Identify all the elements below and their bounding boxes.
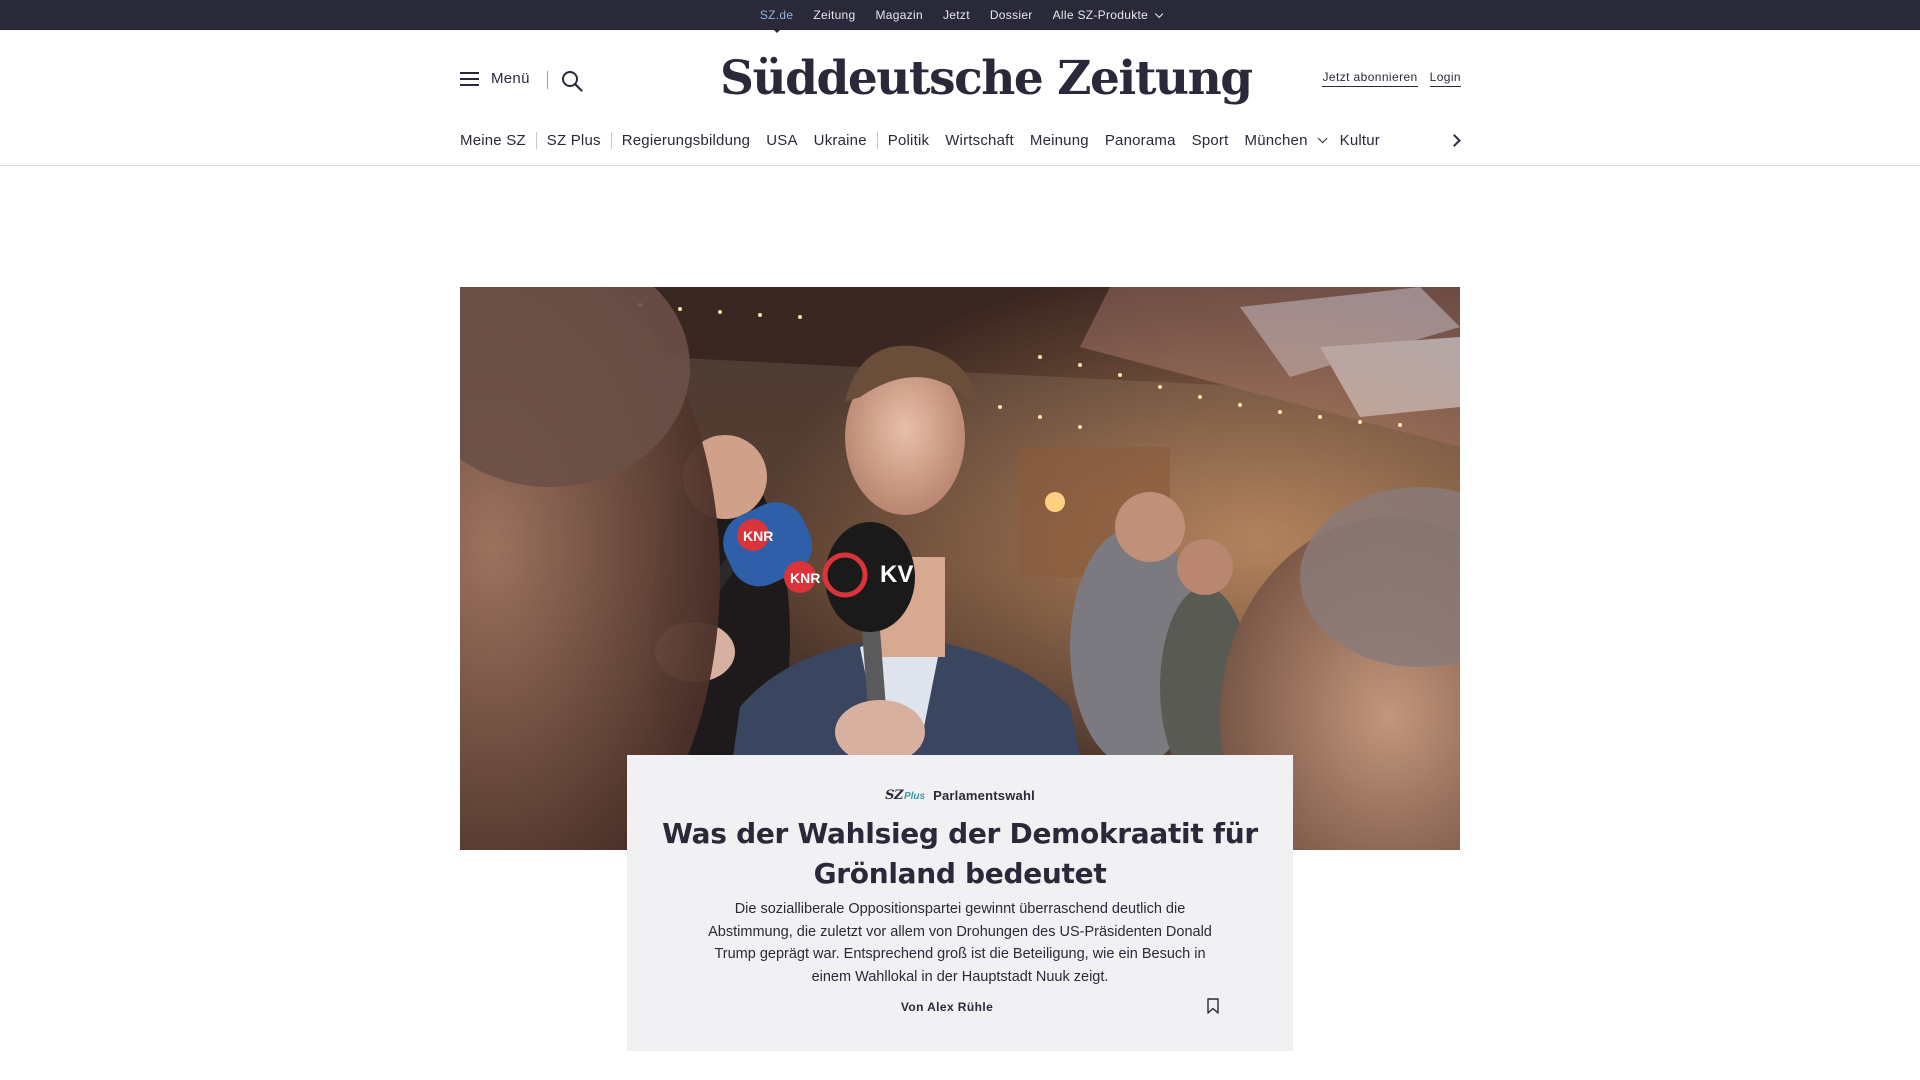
- login-link[interactable]: Login: [1429, 70, 1461, 87]
- chevron-down-icon: [1317, 132, 1328, 143]
- nav-item-ukraine[interactable]: Ukraine: [814, 131, 878, 149]
- mic-label-1: KNR: [743, 528, 773, 544]
- topbar-link-alle-produkte-label: Alle SZ-Produkte: [1052, 8, 1149, 22]
- nav-item-muenchen-label: München: [1244, 131, 1308, 149]
- hamburger-icon: [460, 71, 479, 86]
- teaser-topic: Parlamentswahl: [933, 788, 1035, 803]
- nav-item-wirtschaft[interactable]: Wirtschaft: [945, 132, 1014, 149]
- topbar-link-alle-produkte[interactable]: Alle SZ-Produkte: [1052, 8, 1164, 22]
- search-icon: [562, 71, 583, 92]
- nav-scroll-right-chevron-icon[interactable]: [1450, 133, 1460, 147]
- sz-plus-badge-plus: Plus: [903, 791, 926, 802]
- top-bar-links: SZ.de Zeitung Magazin Jetzt Dossier Alle…: [0, 0, 1920, 33]
- chevron-down-icon: [1155, 9, 1164, 19]
- top-bar: SZ.de Zeitung Magazin Jetzt Dossier Alle…: [0, 0, 1920, 33]
- nav-item-sz-plus[interactable]: SZ Plus: [547, 131, 612, 149]
- teaser-author: Von Alex Rühle: [900, 1000, 994, 1014]
- sz-plus-badge: SZ Plus: [885, 788, 925, 803]
- nav-item-meinung[interactable]: Meinung: [1030, 132, 1089, 149]
- topbar-link-dossier[interactable]: Dossier: [990, 8, 1033, 22]
- nav-item-meine-sz[interactable]: Meine SZ: [460, 131, 537, 149]
- nav-item-politik[interactable]: Politik: [888, 132, 929, 149]
- site-logo[interactable]: Süddeutsche Zeitung: [720, 44, 1253, 114]
- nav-item-panorama[interactable]: Panorama: [1105, 132, 1176, 149]
- nav-item-muenchen[interactable]: München: [1244, 131, 1328, 149]
- nav-item-kultur[interactable]: Kultur: [1340, 132, 1380, 149]
- article-teaser[interactable]: SZ Plus Parlamentswahl Was der Wahlsieg …: [627, 755, 1293, 1051]
- topbar-link-magazin[interactable]: Magazin: [876, 8, 923, 22]
- search-button[interactable]: [561, 70, 583, 92]
- menu-button[interactable]: Menü: [460, 70, 530, 87]
- header-actions: Jetzt abonnieren Login: [1322, 70, 1461, 87]
- menu-label: Menü: [491, 70, 530, 87]
- subscribe-link[interactable]: Jetzt abonnieren: [1322, 70, 1418, 87]
- bookmark-icon: [1207, 998, 1219, 1014]
- mic-label-2: KNR: [790, 570, 820, 586]
- topbar-link-jetzt[interactable]: Jetzt: [943, 8, 970, 22]
- nav-item-usa[interactable]: USA: [766, 132, 797, 149]
- topbar-link-zeitung[interactable]: Zeitung: [813, 8, 855, 22]
- header-divider: [547, 71, 548, 89]
- bookmark-button[interactable]: [1207, 998, 1219, 1014]
- topbar-link-szde[interactable]: SZ.de: [760, 8, 794, 33]
- main-nav: Meine SZ SZ Plus Regierungsbildung USA U…: [460, 128, 1460, 152]
- nav-item-regierungsbildung[interactable]: Regierungsbildung: [622, 132, 751, 149]
- teaser-headline[interactable]: Was der Wahlsieg der Demokraatit für Grö…: [657, 814, 1263, 894]
- teaser-kicker: SZ Plus Parlamentswahl: [627, 788, 1293, 803]
- header-divider-line: [0, 165, 1920, 166]
- mic-label-3: KV: [880, 561, 913, 588]
- teaser-summary: Die sozialliberale Oppositionspartei gew…: [708, 901, 1212, 985]
- sz-plus-badge-sz: SZ: [885, 788, 903, 803]
- nav-item-sport[interactable]: Sport: [1192, 132, 1229, 149]
